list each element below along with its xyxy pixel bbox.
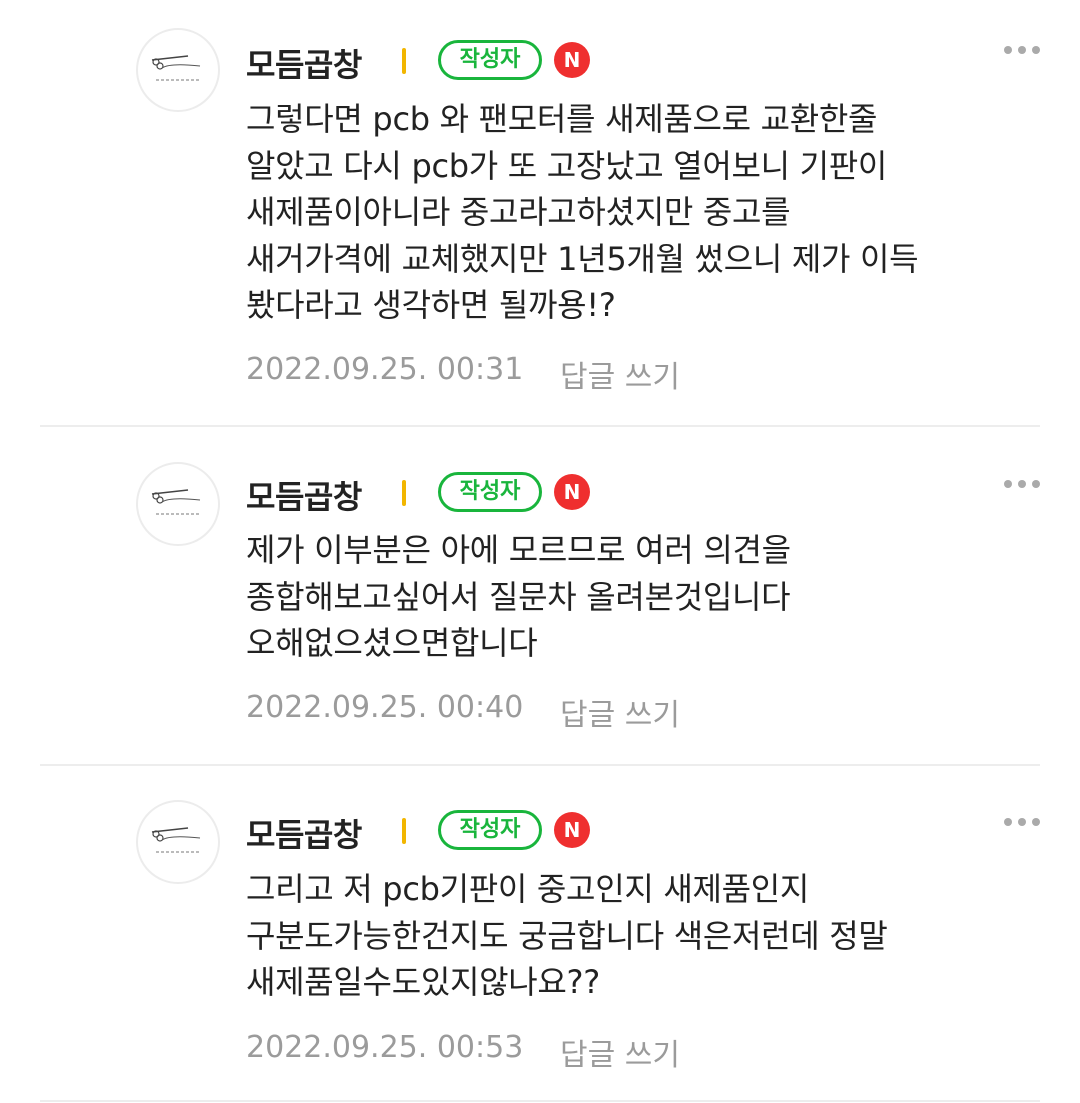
- comment-line: 봤다라고 생각하면 될까용!?: [246, 286, 616, 324]
- new-badge-icon: N: [554, 474, 590, 510]
- author-badge: 작성자: [438, 472, 542, 512]
- divider: [40, 764, 1040, 766]
- comment-date: 2022.09.25. 00:31: [246, 352, 524, 387]
- author-level-mark-icon: [402, 480, 406, 506]
- comment-line: 종합해보고싶어서 질문차 올려본것입니다: [246, 577, 791, 616]
- author-badge: 작성자: [438, 40, 542, 80]
- comment-line: 새제품이아니라 중고라고하셨지만 중고를: [246, 193, 791, 231]
- comment-date: 2022.09.25. 00:53: [246, 1030, 524, 1065]
- more-options-icon[interactable]: [1000, 474, 1044, 494]
- author-name[interactable]: 모듬곱창: [246, 810, 362, 856]
- author-badge: 작성자: [438, 810, 542, 850]
- reply-button[interactable]: 답글 쓰기: [560, 1030, 680, 1074]
- hair-salon-logo-icon: [151, 827, 201, 853]
- divider: [40, 425, 1040, 427]
- comment-line: 제가 이부분은 아에 모르므로 여러 의견을: [246, 531, 791, 569]
- hair-salon-logo-icon: [151, 55, 201, 81]
- comment-body: 그리고 저 pcb기판이 중고인지 새제품인지 구분도가능한건지도 궁금합니다 …: [246, 866, 1046, 1006]
- comment-line: 새거가격에 교체했지만 1년5개월 썼으니 제가 이득: [246, 239, 919, 278]
- author-level-mark-icon: [402, 48, 406, 74]
- reply-button[interactable]: 답글 쓰기: [560, 352, 680, 396]
- new-badge-icon: N: [554, 812, 590, 848]
- author-name[interactable]: 모듬곱창: [246, 40, 362, 86]
- divider: [40, 1100, 1040, 1102]
- author-level-mark-icon: [402, 818, 406, 844]
- comment-line: 새제품일수도있지않나요??: [246, 963, 600, 1001]
- more-options-icon[interactable]: [1000, 812, 1044, 832]
- comment-line: 알았고 다시 pcb가 또 고장났고 열어보니 기판이: [246, 146, 888, 185]
- comment-line: 구분도가능한건지도 궁금합니다 색은저런데 정말: [246, 916, 888, 955]
- author-name[interactable]: 모듬곱창: [246, 472, 362, 518]
- avatar[interactable]: [136, 28, 220, 112]
- comment-body: 그렇다면 pcb 와 팬모터를 새제품으로 교환한줄 알았고 다시 pcb가 또…: [246, 96, 1046, 329]
- comment-body: 제가 이부분은 아에 모르므로 여러 의견을 종합해보고싶어서 질문차 올려본것…: [246, 527, 1046, 667]
- reply-button[interactable]: 답글 쓰기: [560, 690, 680, 734]
- more-options-icon[interactable]: [1000, 40, 1044, 60]
- comment-date: 2022.09.25. 00:40: [246, 690, 524, 725]
- new-badge-icon: N: [554, 42, 590, 78]
- comment-line: 그리고 저 pcb기판이 중고인지 새제품인지: [246, 870, 810, 908]
- comment-line: 오해없으셨으면합니다: [246, 624, 538, 662]
- avatar[interactable]: [136, 462, 220, 546]
- hair-salon-logo-icon: [151, 489, 201, 515]
- comment-line: 그렇다면 pcb 와 팬모터를 새제품으로 교환한줄: [246, 100, 878, 138]
- avatar[interactable]: [136, 800, 220, 884]
